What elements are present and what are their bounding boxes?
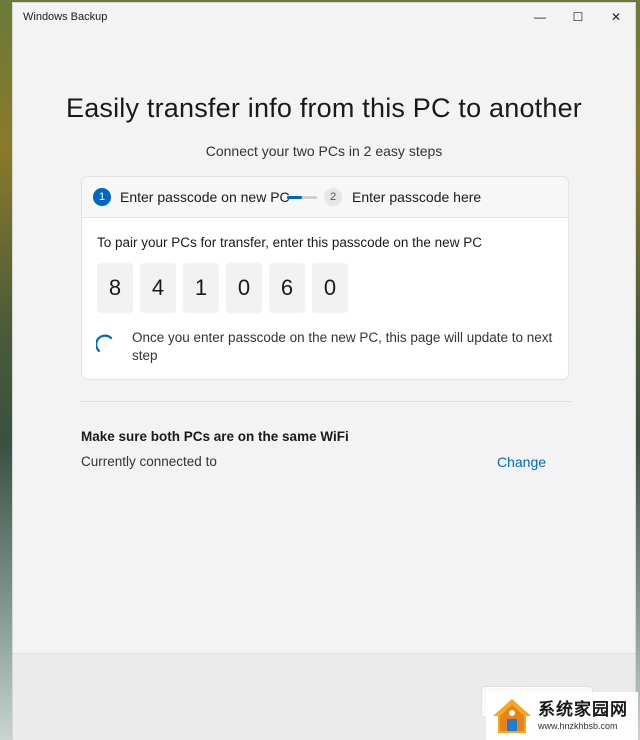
step-progress-bar — [287, 196, 317, 199]
watermark-title: 系统家园网 — [538, 700, 628, 719]
minimize-icon: — — [534, 10, 546, 24]
step-2-number: 2 — [324, 188, 342, 206]
close-icon: ✕ — [610, 10, 622, 24]
stepper: 1 Enter passcode on new PC 2 Enter passc… — [82, 177, 568, 218]
main-content: Easily transfer info from this PC to ano… — [13, 31, 635, 653]
waiting-message: Once you enter passcode on the new PC, t… — [132, 330, 553, 363]
step-progress-fill — [287, 196, 302, 199]
passcode-digits: 8 4 1 0 6 0 — [97, 263, 355, 313]
page-subtitle: Connect your two PCs in 2 easy steps — [205, 143, 443, 159]
passcode-digit: 8 — [97, 263, 133, 313]
change-wifi-link[interactable]: Change — [497, 454, 546, 470]
maximize-button[interactable]: ☐ — [559, 3, 597, 31]
app-window: Windows Backup — ☐ ✕ Easily transfer inf… — [12, 2, 636, 740]
section-divider — [81, 401, 571, 402]
minimize-button[interactable]: — — [521, 3, 559, 31]
passcode-digit: 1 — [183, 263, 219, 313]
house-logo-icon — [493, 699, 531, 733]
close-button[interactable]: ✕ — [597, 3, 635, 31]
passcode-digit: 0 — [226, 263, 262, 313]
maximize-icon: ☐ — [572, 10, 584, 24]
step-2-label: Enter passcode here — [352, 189, 482, 205]
step-1-number: 1 — [93, 188, 111, 206]
wifi-heading: Make sure both PCs are on the same WiFi — [81, 429, 349, 444]
watermark: 系统家园网 www.hnzkhbsb.com — [486, 692, 638, 740]
loading-spinner-icon — [96, 334, 113, 353]
passcode-digit: 0 — [312, 263, 348, 313]
step-1-label: Enter passcode on new PC — [120, 189, 290, 205]
page-title: Easily transfer info from this PC to ano… — [65, 93, 582, 123]
title-bar[interactable]: Windows Backup — ☐ ✕ — [13, 3, 635, 31]
watermark-url: www.hnzkhbsb.com — [538, 721, 618, 731]
passcode-instruction: To pair your PCs for transfer, enter thi… — [97, 235, 482, 250]
passcode-digit: 4 — [140, 263, 176, 313]
wifi-status: Currently connected to — [81, 454, 217, 469]
window-title: Windows Backup — [23, 11, 108, 23]
passcode-card: 1 Enter passcode on new PC 2 Enter passc… — [81, 176, 569, 380]
passcode-digit: 6 — [269, 263, 305, 313]
